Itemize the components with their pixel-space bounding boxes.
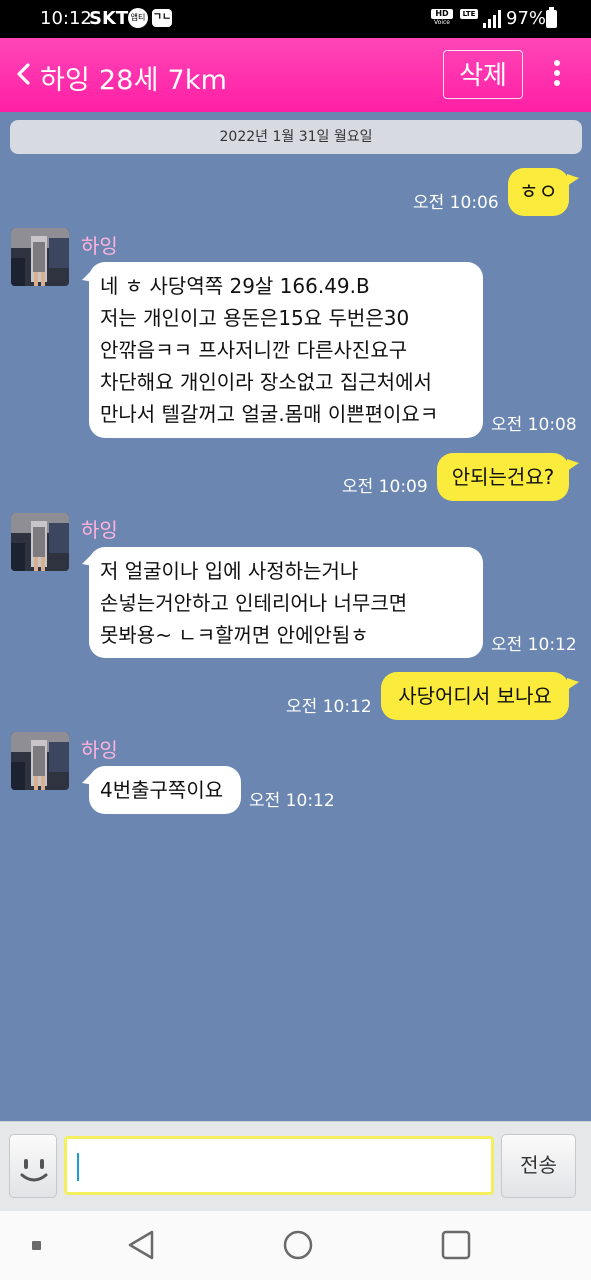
chat-area[interactable]: 2022년 1월 31일 월요일 오전 10:06 ㅎㅇ 하잉 네 ㅎ 사당역쪽… xyxy=(0,112,591,1121)
sender-name: 하잉 xyxy=(81,234,118,258)
message-time: 오전 10:12 xyxy=(491,635,577,655)
battery-icon xyxy=(546,7,557,28)
status-carrier: SKT xyxy=(89,8,129,29)
chat-title: 하잉 28세 7km xyxy=(40,65,228,96)
avatar[interactable] xyxy=(11,732,69,790)
date-banner: 2022년 1월 31일 월요일 xyxy=(10,120,582,154)
message-line: 저 얼굴이나 입에 사정하는거나 xyxy=(100,559,359,583)
message-text: 사당어디서 보나요 xyxy=(398,684,552,708)
message-time: 오전 10:12 xyxy=(286,697,372,717)
message-line: 4번출구쪽이요 xyxy=(100,778,224,802)
avatar[interactable] xyxy=(11,228,69,286)
avatar-image xyxy=(11,513,69,571)
home-icon[interactable] xyxy=(283,1230,313,1260)
bubble-tail-icon xyxy=(567,459,579,471)
recent-dot-icon[interactable] xyxy=(32,1241,41,1250)
hd-voice-icon: HD Voice xyxy=(431,9,453,29)
status-time: 10:12 xyxy=(40,8,92,29)
message-text: 안되는건요? xyxy=(451,465,555,489)
outgoing-message-bubble[interactable]: 사당어디서 보나요 xyxy=(381,672,569,720)
message-input[interactable] xyxy=(64,1136,494,1195)
message-time: 오전 10:08 xyxy=(491,415,577,435)
message-time: 오전 10:12 xyxy=(249,791,335,811)
incoming-message-bubble[interactable]: 저 얼굴이나 입에 사정하는거나 손넣는거안하고 인테리어나 너무크면 못봐용~… xyxy=(89,547,483,658)
message-line: 네 ㅎ 사당역쪽 29살 166.49.B xyxy=(100,274,370,298)
message-text: ㅎㅇ xyxy=(519,180,558,204)
lte-icon: LTE xyxy=(460,9,478,29)
hd-label: HD xyxy=(431,9,453,19)
status-bar: 10:12 SKT 앱티 ㄱㄴ HD Voice LTE 97% xyxy=(0,0,591,38)
avatar[interactable] xyxy=(11,513,69,571)
smiley-icon xyxy=(20,1159,48,1182)
outgoing-message-bubble[interactable]: ㅎㅇ xyxy=(508,168,569,216)
sender-name: 하잉 xyxy=(81,518,118,542)
incoming-message-bubble[interactable]: 4번출구쪽이요 xyxy=(89,766,241,814)
more-options-icon[interactable] xyxy=(550,60,564,90)
message-line: 차단해요 개인이라 장소없고 집근처에서 xyxy=(100,370,432,394)
chat-header: 하잉 28세 7km 삭제 xyxy=(0,38,591,112)
battery-percent: 97% xyxy=(506,8,547,29)
incoming-message-bubble[interactable]: 네 ㅎ 사당역쪽 29살 166.49.B 저는 개인이고 용돈은15요 두번은… xyxy=(89,262,483,438)
outgoing-message-bubble[interactable]: 안되는건요? xyxy=(437,453,569,501)
avatar-image xyxy=(11,732,69,790)
text-cursor xyxy=(77,1153,79,1181)
message-time: 오전 10:09 xyxy=(342,477,428,497)
message-line: 못봐용~ ㄴㅋ할꺼면 안에안됨ㅎ xyxy=(100,623,369,647)
back-nav-icon[interactable] xyxy=(128,1230,154,1260)
bubble-tail-icon xyxy=(567,174,579,186)
message-line: 안깎음ㅋㅋ 프사저니깐 다른사진요구 xyxy=(100,338,408,362)
message-line: 만나서 텔갈꺼고 얼굴.몸매 이쁜편이요ㅋ xyxy=(100,402,439,426)
delete-button[interactable]: 삭제 xyxy=(443,50,523,99)
message-line: 저는 개인이고 용돈은15요 두번은30 xyxy=(100,306,410,330)
send-button[interactable]: 전송 xyxy=(501,1134,576,1198)
emoji-button[interactable] xyxy=(9,1134,57,1198)
app-badge-icon: 앱티 xyxy=(128,8,148,28)
bubble-tail-icon xyxy=(567,678,579,690)
avatar-image xyxy=(11,228,69,286)
signal-icon xyxy=(483,10,501,28)
recents-icon[interactable] xyxy=(441,1230,471,1260)
navigation-bar xyxy=(0,1211,591,1280)
input-bar: 전송 xyxy=(0,1121,591,1211)
lte-label: LTE xyxy=(460,9,478,19)
voice-label: Voice xyxy=(434,19,450,26)
message-line: 손넣는거안하고 인테리어나 너무크면 xyxy=(100,591,408,615)
message-time: 오전 10:06 xyxy=(413,193,499,213)
sender-name: 하잉 xyxy=(81,738,118,762)
keyboard-badge-icon: ㄱㄴ xyxy=(152,9,172,27)
back-icon[interactable] xyxy=(14,62,34,86)
